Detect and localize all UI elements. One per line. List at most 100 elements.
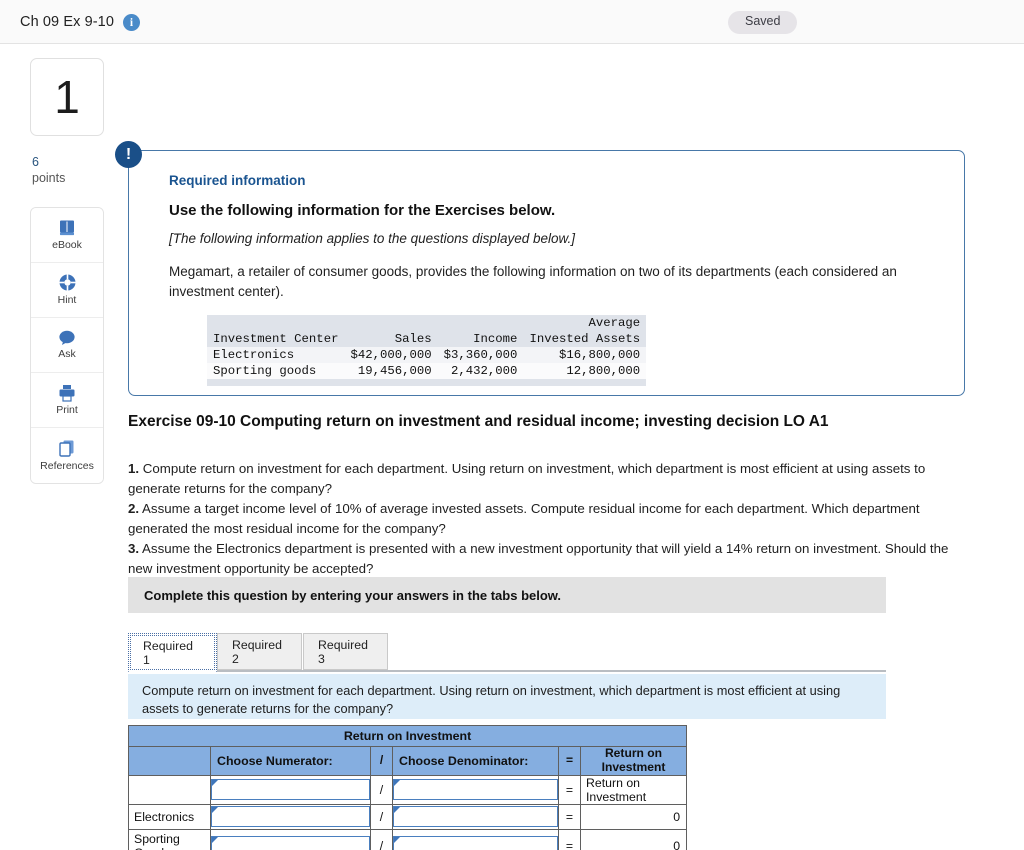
answer-table-title-row: Return on Investment [127, 725, 688, 747]
denominator-input-electronics[interactable] [393, 806, 558, 828]
column-header-investment-center: Investment Center [207, 331, 345, 348]
tool-ask[interactable]: Ask [31, 317, 103, 373]
divide-operator: / [370, 803, 393, 830]
tab-required-2[interactable]: Required 2 [217, 633, 302, 670]
numerator-input-sporting-goods[interactable] [211, 835, 370, 850]
prompt-number: 3. [128, 540, 140, 556]
prompt-text: Assume the Electronics department is pre… [128, 540, 949, 576]
table-row: Sporting goods 19,456,000 2,432,000 12,8… [207, 363, 647, 380]
tab-required-1[interactable]: Required 1 [128, 633, 217, 672]
spacer-cell [437, 315, 524, 332]
spacer-cell [207, 315, 345, 332]
prompt-item-2: 2. Assume a target income level of 10% o… [128, 499, 968, 539]
spacer-cell [344, 315, 438, 332]
column-header-numerator: Choose Numerator: [210, 746, 371, 776]
column-header-average: Average [523, 315, 647, 332]
data-table-body: Electronics $42,000,000 $3,360,000 $16,8… [207, 347, 647, 387]
chat-bubble-icon [57, 329, 77, 346]
denominator-select-row-0[interactable] [393, 779, 558, 801]
answer-table-body: / = Return on Investment Electronics / =… [128, 774, 688, 850]
top-bar: Ch 09 Ex 9-10 i Saved [0, 0, 1024, 44]
table-row: Sporting Goods / = 0 [128, 828, 688, 850]
answer-table-column-row: Choose Numerator: / Choose Denominator: … [128, 746, 688, 776]
book-icon [57, 219, 77, 237]
complete-question-bar: Complete this question by entering your … [128, 577, 886, 613]
equals-operator: = [558, 828, 581, 850]
column-header-sales: Sales [344, 331, 438, 348]
prompt-number: 1. [128, 461, 140, 476]
lifebuoy-icon [58, 273, 77, 292]
alert-exclamation-icon: ! [115, 141, 142, 168]
result-value-electronics: 0 [579, 803, 688, 830]
column-header-denominator: Choose Denominator: [392, 746, 559, 776]
question-rail: 1 6 points eBook Hint Ask Print Referenc… [30, 58, 104, 484]
divide-operator: / [370, 774, 393, 805]
saved-status-badge: Saved [728, 11, 798, 34]
page-body: 1 6 points eBook Hint Ask Print Referenc… [0, 44, 1024, 850]
cell-assets: 12,800,000 [523, 363, 647, 380]
table-row: Electronics $42,000,000 $3,360,000 $16,8… [207, 347, 647, 364]
investment-center-data-table: Average Investment Center Sales Income I… [207, 315, 647, 387]
tool-label: eBook [52, 238, 82, 251]
column-header-invested-assets: Invested Assets [523, 331, 647, 348]
copy-pages-icon [57, 439, 77, 458]
info-icon[interactable]: i [123, 14, 140, 31]
prompt-text: Compute return on investment for each de… [128, 461, 926, 496]
tool-list: eBook Hint Ask Print References [30, 206, 104, 484]
cell-center-name: Sporting goods [207, 363, 345, 380]
column-header-divide: / [370, 746, 393, 776]
exercise-prompts: 1. Compute return on investment for each… [128, 459, 968, 579]
required-information-heading: Use the following information for the Ex… [169, 202, 556, 219]
return-on-investment-answer-table: Return on Investment Choose Numerator: /… [127, 725, 688, 850]
column-header-blank [128, 746, 211, 776]
equals-operator: = [558, 803, 581, 830]
row-label-electronics: Electronics [128, 803, 211, 830]
question-number: 1 [54, 71, 80, 123]
question-number-box: 1 [30, 58, 104, 136]
required-information-callout: ! Required information Use the following… [115, 141, 965, 396]
numerator-cell [210, 803, 371, 830]
data-table-header-top: Average [207, 315, 647, 332]
tab-instruction-banner: Compute return on investment for each de… [128, 674, 886, 719]
denominator-cell [392, 828, 559, 850]
tab-required-3[interactable]: Required 3 [303, 633, 388, 670]
points-label: points [32, 171, 66, 186]
column-header-equals: = [558, 746, 581, 776]
column-header-result: Return on Investment [579, 746, 688, 776]
numerator-cell [210, 774, 371, 805]
printer-icon [57, 384, 77, 402]
tool-references[interactable]: References [31, 427, 103, 483]
table-footer-band [207, 379, 647, 387]
row-label-sporting-goods: Sporting Goods [128, 828, 211, 850]
data-table-header-row: Investment Center Sales Income Invested … [207, 331, 647, 348]
denominator-input-sporting-goods[interactable] [393, 835, 558, 850]
prompt-number: 2. [128, 500, 140, 516]
points-value: 6 [32, 155, 39, 169]
tool-print[interactable]: Print [31, 372, 103, 428]
result-value-sporting-goods: 0 [579, 828, 688, 850]
required-information-paragraph: Megamart, a retailer of consumer goods, … [169, 264, 897, 299]
cell-sales: 19,456,000 [344, 363, 438, 380]
cell-income: $3,360,000 [437, 347, 524, 364]
divide-operator: / [370, 828, 393, 850]
cell-center-name: Electronics [207, 347, 345, 364]
tool-ebook[interactable]: eBook [31, 207, 103, 263]
denominator-cell [392, 803, 559, 830]
numerator-cell [210, 828, 371, 850]
prompt-item-3: 3. Assume the Electronics department is … [128, 539, 968, 579]
table-row: Electronics / = 0 [128, 803, 688, 830]
numerator-select-row-0[interactable] [211, 779, 370, 801]
table-row: / = Return on Investment [128, 774, 688, 805]
result-label-row-0: Return on Investment [579, 774, 688, 805]
tool-label: Print [56, 403, 78, 416]
prompt-text: Assume a target income level of 10% of a… [128, 500, 920, 536]
numerator-input-electronics[interactable] [211, 806, 370, 828]
data-table-head: Average Investment Center Sales Income I… [207, 315, 647, 348]
footer-band-cell [207, 379, 647, 387]
tool-label: Ask [58, 348, 76, 361]
requirement-tabs: Required 1 Required 2 Required 3 [128, 632, 886, 672]
tool-label: Hint [57, 294, 77, 307]
tool-hint[interactable]: Hint [31, 262, 103, 318]
row-label [128, 774, 211, 805]
equals-operator: = [558, 774, 581, 805]
